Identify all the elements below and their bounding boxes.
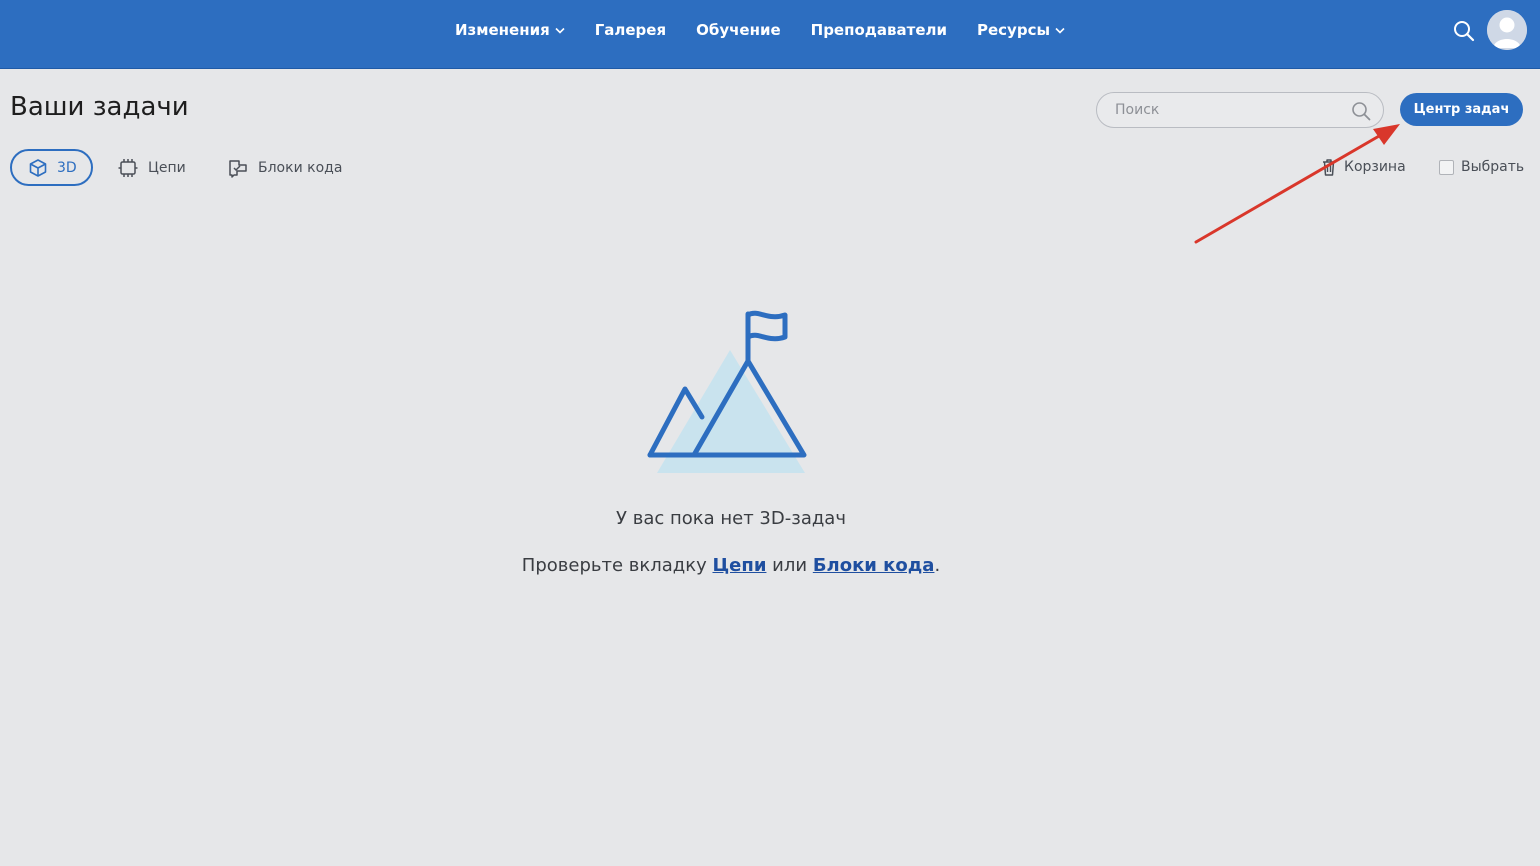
nav-item-label: Обучение	[696, 21, 781, 39]
mountain-flag-illustration	[647, 310, 807, 473]
page-title: Ваши задачи	[10, 92, 189, 122]
search-icon[interactable]	[1351, 101, 1371, 121]
select-label: Выбрать	[1461, 159, 1525, 175]
nav-item-changes[interactable]: Изменения	[455, 21, 565, 39]
hint-text: или	[766, 555, 813, 576]
link-circuits[interactable]: Цепи	[712, 555, 766, 576]
tab-circuits[interactable]: Цепи	[117, 149, 186, 186]
user-avatar-icon[interactable]	[1487, 10, 1527, 50]
tab-code-blocks[interactable]: Блоки кода	[227, 149, 342, 186]
tab-label: 3D	[57, 159, 77, 176]
search-box	[1096, 92, 1384, 128]
nav-item-gallery[interactable]: Галерея	[595, 21, 666, 39]
trash-icon	[1320, 157, 1338, 177]
main-nav: Изменения Галерея Обучение Преподаватели…	[0, 0, 1540, 60]
select-checkbox[interactable]	[1439, 159, 1454, 175]
tab-3d[interactable]: 3D	[10, 149, 93, 186]
chevron-down-icon	[1055, 27, 1065, 34]
code-blocks-icon	[227, 157, 249, 179]
nav-item-label: Ресурсы	[977, 21, 1051, 39]
task-center-button[interactable]: Центр задач	[1400, 93, 1523, 126]
chip-icon	[117, 157, 139, 179]
nav-item-resources[interactable]: Ресурсы	[977, 21, 1065, 39]
trash-label: Корзина	[1344, 159, 1406, 175]
hint-text: .	[934, 555, 941, 576]
tab-label: Цепи	[148, 159, 186, 176]
search-icon[interactable]	[1451, 18, 1477, 44]
link-code-blocks[interactable]: Блоки кода	[813, 555, 935, 576]
select-toggle[interactable]: Выбрать	[1439, 156, 1524, 178]
empty-state-hint: Проверьте вкладку Цепи или Блоки кода.	[0, 555, 1462, 576]
trash-button[interactable]: Корзина	[1320, 156, 1406, 178]
chevron-down-icon	[555, 27, 565, 34]
hint-text: Проверьте вкладку	[521, 555, 713, 576]
search-input[interactable]	[1115, 102, 1345, 118]
annotation-arrow	[1194, 124, 1400, 244]
nav-item-teachers[interactable]: Преподаватели	[811, 21, 947, 39]
nav-item-label: Изменения	[454, 21, 550, 39]
top-navigation-bar: Изменения Галерея Обучение Преподаватели…	[0, 0, 1540, 69]
cube-icon	[28, 158, 48, 178]
empty-state-title: У вас пока нет 3D-задач	[616, 508, 846, 529]
nav-item-label: Галерея	[594, 21, 667, 39]
nav-item-learning[interactable]: Обучение	[696, 21, 781, 39]
nav-item-label: Преподаватели	[810, 21, 947, 39]
tab-label: Блоки кода	[258, 159, 343, 176]
page: Изменения Галерея Обучение Преподаватели…	[0, 0, 1540, 866]
